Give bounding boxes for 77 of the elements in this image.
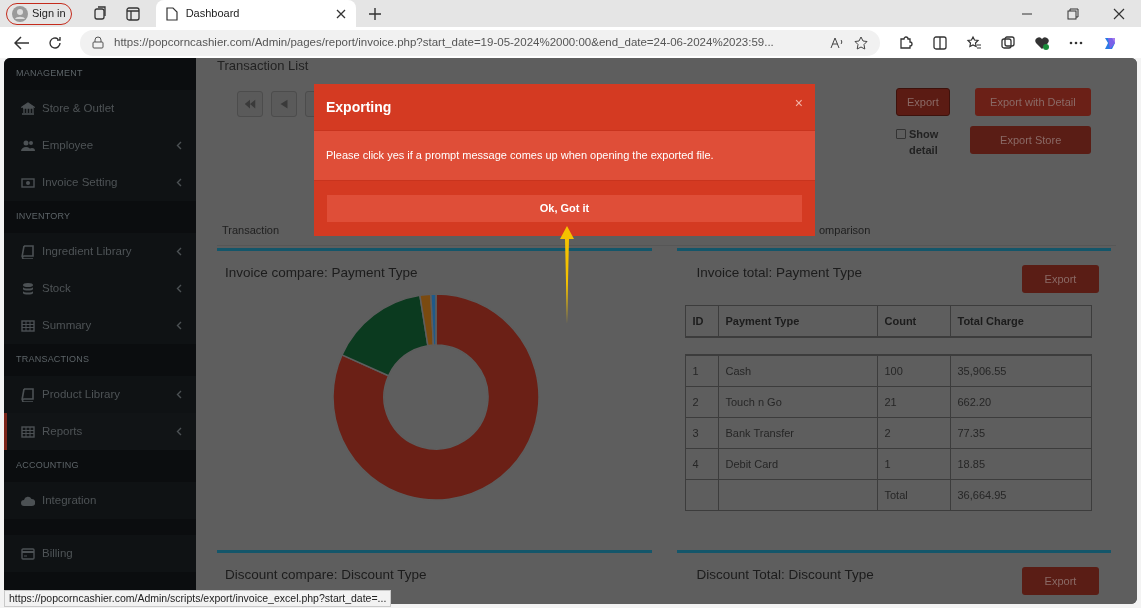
read-aloud-icon[interactable] <box>830 36 844 49</box>
section-header: INVENTORY <box>16 210 71 224</box>
table-cell: Cash <box>718 356 878 387</box>
star-icon[interactable] <box>854 35 868 50</box>
dialog-title: Exporting <box>326 97 392 117</box>
show-detail-checkbox[interactable] <box>896 129 906 139</box>
refresh-icon[interactable] <box>48 35 62 50</box>
split-screen-icon[interactable] <box>932 34 948 51</box>
workspaces-icon[interactable] <box>91 5 108 22</box>
export-button[interactable]: Export <box>1022 567 1099 595</box>
sidebar-item[interactable]: Integration <box>4 482 196 519</box>
status-url: https://popcorncashier.com/Admin/scripts/export/invoice_excel.php?start_date=... <box>4 590 392 607</box>
sidebar-item[interactable]: Summary <box>4 307 196 344</box>
ok-button[interactable]: Ok, Got it <box>327 195 802 222</box>
dialog-message: Please click yes if a prompt message comes up when opening the exported file. <box>326 148 714 164</box>
address-bar[interactable]: https://popcorncashier.com/Admin/pages/report/invoice.php?start_date=19-05-2024%2000:00&end_date=24-06-2024%2023:59... <box>80 29 880 56</box>
sidebar-item[interactable]: Stock <box>4 270 196 307</box>
report-tab[interactable]: omparison <box>819 215 871 246</box>
column-header: ID <box>685 306 719 337</box>
credit-card-icon <box>21 546 35 561</box>
browser-tab[interactable]: Dashboard <box>155 0 356 27</box>
lock-icon <box>92 36 104 49</box>
person-icon <box>12 5 28 22</box>
new-tab-icon[interactable] <box>367 6 382 21</box>
banknote-icon <box>21 175 35 190</box>
table-cell: Debit Card <box>718 449 878 480</box>
export-with-detail-button[interactable]: Export with Detail <box>974 88 1091 116</box>
sidebar-item[interactable]: Billing <box>4 535 196 572</box>
database-icon <box>21 281 35 296</box>
sidebar-item[interactable]: Invoice Setting <box>4 164 196 201</box>
tab-actions-icon[interactable] <box>125 6 140 21</box>
table-cell: Bank Transfer <box>718 418 878 449</box>
table-icon <box>21 318 35 333</box>
page-title: Transaction List <box>217 58 310 75</box>
sidebar-item[interactable]: Employee <box>4 127 196 164</box>
export-button[interactable]: Export <box>896 88 950 116</box>
tab-title: Dashboard <box>185 6 241 22</box>
table-cell: 35,906.55 <box>950 356 1092 387</box>
bank-icon <box>21 101 35 116</box>
sidebar-item[interactable]: Store & Outlet <box>4 90 196 127</box>
book-icon <box>21 244 35 259</box>
column-header: Count <box>877 306 951 337</box>
restore-icon[interactable] <box>1067 7 1079 20</box>
sidebar-item[interactable]: Ingredient Library <box>4 233 196 270</box>
close-icon[interactable] <box>1113 7 1125 20</box>
column-header: Total Charge <box>950 306 1092 337</box>
card-title: Invoice compare: Payment Type <box>225 263 418 282</box>
favorites-icon[interactable] <box>966 34 982 51</box>
close-button[interactable]: × <box>794 96 803 110</box>
heart-icon[interactable] <box>1034 34 1050 51</box>
table-cell: 4 <box>685 449 719 480</box>
section-header: MANAGEMENT <box>16 67 83 81</box>
page-icon <box>165 6 178 21</box>
card-title: Discount Total: Discount Type <box>696 565 874 584</box>
table-cell: 18.85 <box>950 449 1092 480</box>
collections-icon[interactable] <box>1000 34 1016 51</box>
table-cell: 36,664.95 <box>950 480 1092 511</box>
sidebar-item[interactable]: Product Library <box>4 376 196 413</box>
url-text: https://popcorncashier.com/Admin/pages/report/invoice.php?start_date=19-05-2024%2000:00&end_date=24-06-2024%2023:59... <box>114 34 775 50</box>
table-icon <box>21 424 35 439</box>
table-cell: 77.35 <box>950 418 1092 449</box>
show-detail-label: Show detail <box>909 127 940 158</box>
section-header: ACCOUNTING <box>16 459 79 473</box>
book-icon <box>21 387 35 402</box>
section-header: TRANSACTIONS <box>16 353 90 367</box>
card-title: Discount compare: Discount Type <box>225 565 427 584</box>
users-icon <box>21 138 35 153</box>
puzzle-icon[interactable] <box>898 34 914 51</box>
card-title: Invoice total: Payment Type <box>696 263 863 282</box>
column-header: Payment Type <box>718 306 878 337</box>
sidebar-item[interactable]: Reports <box>4 413 196 450</box>
table-cell: 3 <box>685 418 719 449</box>
double-left-icon <box>243 98 257 110</box>
back-icon[interactable] <box>14 35 30 50</box>
close-icon[interactable] <box>335 8 346 19</box>
export-store-button[interactable]: Export Store <box>970 126 1091 154</box>
export-button[interactable]: Export <box>1022 265 1099 293</box>
